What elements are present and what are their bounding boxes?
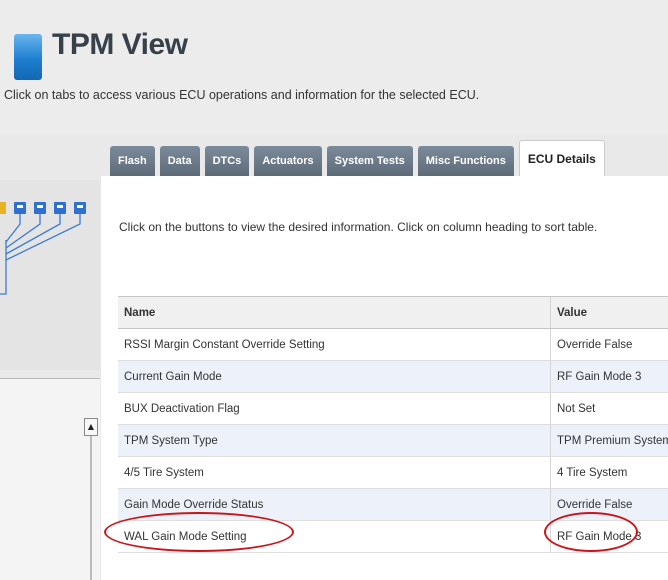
ecu-network-panel bbox=[0, 180, 100, 370]
row-name-cell: RSSI Margin Constant Override Setting bbox=[118, 329, 551, 360]
page-title: TPM View bbox=[52, 28, 188, 61]
row-value-cell: TPM Premium System bbox=[557, 434, 668, 447]
network-tree-icon bbox=[0, 202, 86, 295]
row-name-cell: BUX Deactivation Flag bbox=[118, 393, 551, 424]
instruction-text: Click on the buttons to view the desired… bbox=[119, 220, 598, 234]
tab-data[interactable]: Data bbox=[159, 146, 200, 176]
tab-bar: Flash Data DTCs Actuators System Tests M… bbox=[110, 140, 610, 176]
tpm-view-icon bbox=[14, 34, 42, 80]
table-row: TPM System Type TPM Premium System bbox=[118, 425, 668, 457]
row-value-cell: Not Set bbox=[557, 402, 596, 415]
page-subtitle: Click on tabs to access various ECU oper… bbox=[4, 88, 480, 102]
column-header-value[interactable]: Value bbox=[551, 297, 668, 328]
tab-misc-functions[interactable]: Misc Functions bbox=[417, 146, 514, 176]
highlight-circle-name bbox=[104, 512, 294, 552]
table-row: RSSI Margin Constant Override Setting Ov… bbox=[118, 329, 668, 361]
tab-flash[interactable]: Flash bbox=[110, 146, 155, 176]
table-row: BUX Deactivation Flag Not Set bbox=[118, 393, 668, 425]
row-value-cell: Override False bbox=[557, 338, 633, 351]
table-row: 4/5 Tire System 4 Tire System bbox=[118, 457, 668, 489]
highlight-circle-value bbox=[544, 512, 638, 552]
left-list-panel bbox=[0, 378, 100, 580]
column-header-name[interactable]: Name bbox=[118, 297, 551, 328]
table-header-row: Name Value bbox=[118, 297, 668, 329]
row-value-cell: 4 Tire System bbox=[557, 466, 628, 479]
row-name-cell: Current Gain Mode bbox=[118, 361, 551, 392]
row-name-cell: 4/5 Tire System bbox=[118, 457, 551, 488]
scrollbar-track[interactable] bbox=[90, 436, 92, 580]
tree-node-yellow bbox=[0, 202, 6, 214]
row-name-cell: TPM System Type bbox=[118, 425, 551, 456]
row-value-cell: RF Gain Mode 3 bbox=[557, 370, 642, 383]
tab-system-tests[interactable]: System Tests bbox=[326, 146, 413, 176]
tab-actuators[interactable]: Actuators bbox=[254, 146, 322, 176]
scroll-up-arrow-icon[interactable]: ▲ bbox=[84, 418, 98, 436]
tab-dtcs[interactable]: DTCs bbox=[204, 146, 250, 176]
header: TPM View Click on tabs to access various… bbox=[0, 0, 668, 134]
tab-ecu-details[interactable]: ECU Details bbox=[518, 140, 605, 176]
table-row: Current Gain Mode RF Gain Mode 3 bbox=[118, 361, 668, 393]
